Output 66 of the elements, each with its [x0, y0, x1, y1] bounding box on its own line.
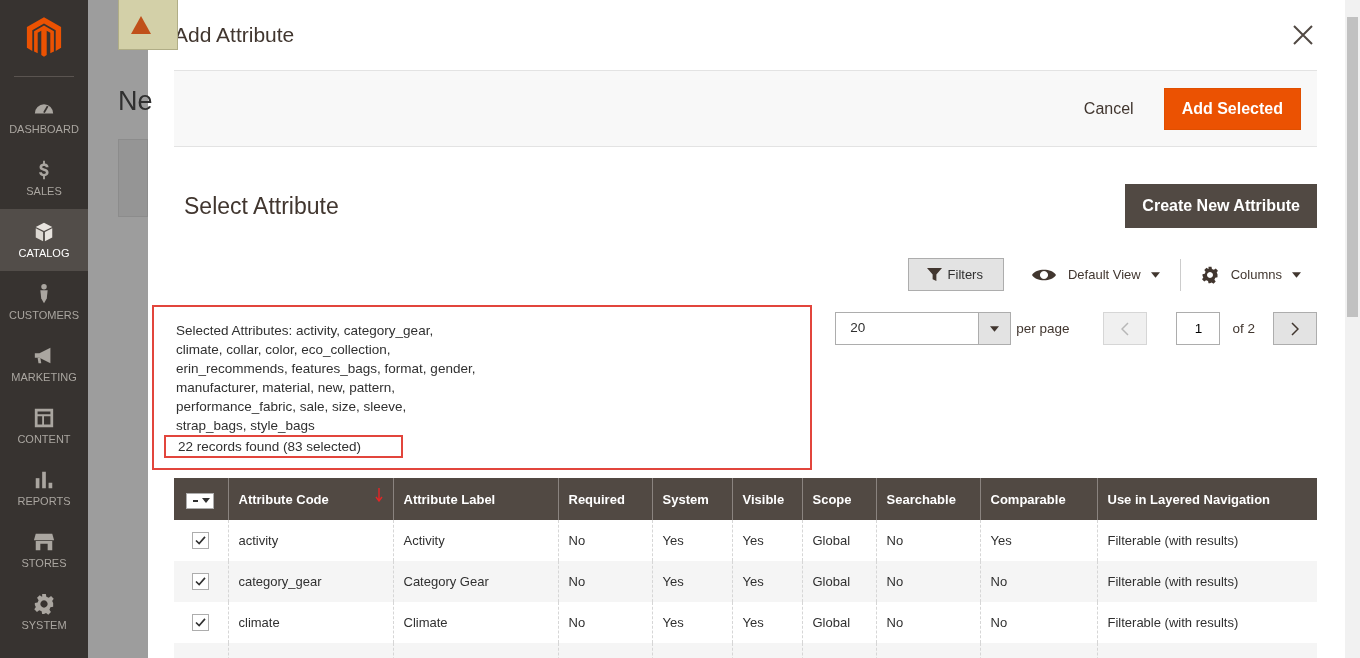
sort-arrow-icon: [374, 488, 383, 502]
checkmark-icon: [195, 536, 206, 546]
funnel-icon: [926, 267, 942, 282]
nav-item[interactable]: CONTENT: [0, 395, 88, 457]
records-count: 22 records found (83 selected): [164, 435, 404, 458]
table-cell: category_gear: [228, 561, 393, 602]
caret-icon: [202, 498, 210, 503]
page-count: of 2: [1232, 321, 1255, 336]
per-page-select[interactable]: 20: [835, 312, 1012, 345]
bar-chart-icon: [33, 469, 55, 491]
table-cell: Global: [802, 561, 876, 602]
table-cell: No: [980, 561, 1097, 602]
column-header[interactable]: Attribute Label: [393, 478, 558, 520]
logo-icon: [26, 16, 62, 58]
close-icon[interactable]: [1293, 25, 1313, 45]
column-header[interactable]: Required: [558, 478, 652, 520]
column-header[interactable]: Comparable: [980, 478, 1097, 520]
column-header[interactable]: Searchable: [876, 478, 980, 520]
nav-item[interactable]: DASHBOARD: [0, 85, 88, 147]
caret-icon: [1150, 271, 1160, 278]
next-page-button[interactable]: [1273, 312, 1317, 345]
row-checkbox[interactable]: [192, 532, 209, 550]
nav-item[interactable]: MARKETING: [0, 333, 88, 395]
gear-icon: [1200, 265, 1219, 284]
create-attribute-button[interactable]: Create New Attribute: [1125, 184, 1317, 228]
column-header[interactable]: Use in Layered Navigation: [1097, 478, 1317, 520]
mass-select-control[interactable]: [186, 492, 214, 509]
box-icon: [33, 221, 55, 243]
selected-attributes-text: Selected Attributes: activity, category_gear, climate, collar, color, eco_collection, erin_recommends, features_bags, format, gender, manufacturer, material, new, pattern, performance_fabric, sale, size, sleeve, strap_bags, style_bags: [176, 322, 476, 435]
eye-icon: [1031, 267, 1056, 282]
column-header[interactable]: Attribute Code: [228, 478, 393, 520]
chevron-right-icon: [1291, 321, 1299, 336]
per-page-label: per page: [1016, 321, 1070, 336]
caret-icon: [990, 325, 1000, 332]
nav-item[interactable]: STORES: [0, 519, 88, 581]
column-header[interactable]: Scope: [802, 478, 876, 520]
storefront-icon: [33, 531, 55, 553]
filters-button[interactable]: Filters: [907, 258, 1004, 291]
nav-item[interactable]: CUSTOMERS: [0, 271, 88, 333]
table-cell: Category Gear: [393, 561, 558, 602]
nav-item[interactable]: REPORTS: [0, 457, 88, 519]
table-cell: Yes: [652, 561, 732, 602]
cancel-button[interactable]: Cancel: [1081, 91, 1136, 126]
table-cell: Filterable (with results): [1097, 561, 1317, 602]
nav-item[interactable]: SYSTEM: [0, 581, 88, 643]
page-number-field[interactable]: 1: [1176, 312, 1221, 345]
checkmark-icon: [195, 577, 206, 587]
nav-item[interactable]: CATALOG: [0, 209, 88, 271]
chevron-left-icon: [1121, 321, 1130, 336]
columns-dropdown[interactable]: Columns: [1198, 261, 1303, 288]
column-header[interactable]: Visible: [732, 478, 802, 520]
row-checkbox[interactable]: [192, 614, 209, 632]
caret-icon: [1292, 271, 1301, 278]
section-title: Select Attribute: [184, 192, 339, 220]
view-dropdown[interactable]: Default View: [1029, 263, 1162, 286]
gear-icon: [33, 593, 55, 615]
add-selected-button[interactable]: Add Selected: [1163, 87, 1301, 130]
nav-item[interactable]: SALES: [0, 147, 88, 209]
warning-icon: [131, 15, 151, 34]
table-cell: No: [876, 561, 980, 602]
column-header[interactable]: System: [652, 478, 732, 520]
checkmark-icon: [195, 618, 206, 628]
table-cell: No: [558, 561, 652, 602]
table-cell: Yes: [732, 561, 802, 602]
layout-icon: [33, 407, 55, 429]
row-checkbox[interactable]: [192, 573, 209, 591]
